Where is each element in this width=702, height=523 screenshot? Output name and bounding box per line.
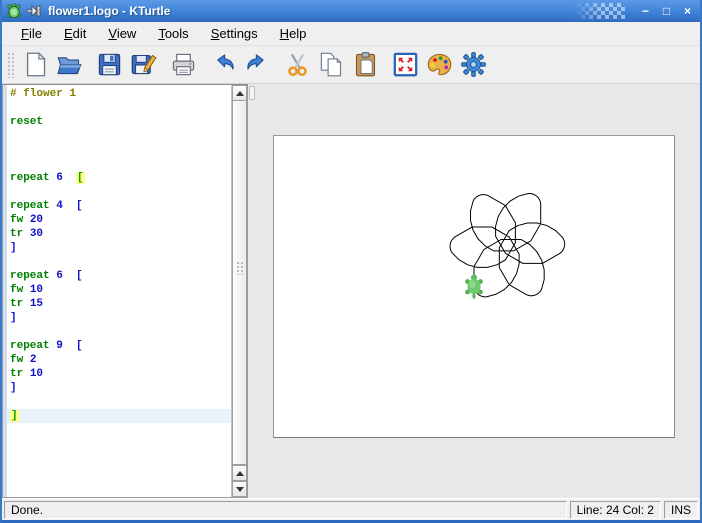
code-line[interactable]: repeat 9 [: [7, 339, 231, 353]
cut-icon: [284, 51, 311, 78]
gear-icon: [460, 51, 487, 78]
splitter-grip[interactable]: [249, 86, 255, 100]
paste-button[interactable]: [348, 48, 382, 82]
code-line[interactable]: [7, 101, 231, 115]
code-line[interactable]: repeat 6 [: [7, 269, 231, 283]
minimize-button[interactable]: −: [637, 3, 654, 19]
up-arrow-icon: [236, 91, 244, 96]
scroll-down-button[interactable]: [232, 481, 247, 497]
menu-edit[interactable]: Edit: [53, 23, 97, 44]
code-line[interactable]: repeat 6 [: [7, 171, 231, 185]
code-line[interactable]: [7, 255, 231, 269]
pin-icon[interactable]: [26, 3, 42, 19]
window-title: flower1.logo - KTurtle: [48, 4, 170, 18]
new-file-button[interactable]: [18, 48, 52, 82]
redo-icon: [244, 51, 271, 78]
turtle-canvas: [273, 135, 675, 438]
code-line[interactable]: [7, 143, 231, 157]
code-line[interactable]: ]: [7, 241, 231, 255]
up-arrow-icon: [236, 471, 244, 476]
kturtle-window: flower1.logo - KTurtle − □ × FileEditVie…: [0, 0, 702, 523]
toolbar: [2, 46, 700, 84]
code-line[interactable]: tr 30: [7, 227, 231, 241]
full-screen-icon: [392, 51, 419, 78]
paste-icon: [352, 51, 379, 78]
open-folder-icon: [56, 51, 83, 78]
status-message: Done.: [4, 501, 567, 519]
close-button[interactable]: ×: [679, 3, 696, 19]
editor-scrollbar[interactable]: [231, 85, 247, 497]
code-line[interactable]: ]: [7, 381, 231, 395]
scrollbar-thumb[interactable]: [232, 101, 247, 465]
save-as-icon: [130, 51, 157, 78]
canvas-drawing: [274, 136, 674, 437]
menubar: FileEditViewToolsSettingsHelp: [2, 22, 700, 46]
titlebar-decoration: [573, 3, 625, 19]
code-line[interactable]: [7, 325, 231, 339]
code-line[interactable]: # flower 1: [7, 87, 231, 101]
code-line[interactable]: repeat 4 [: [7, 199, 231, 213]
save-as-button[interactable]: [126, 48, 160, 82]
cut-button[interactable]: [280, 48, 314, 82]
menu-tools[interactable]: Tools: [147, 23, 199, 44]
statusbar: Done. Line: 24 Col: 2 INS: [2, 498, 700, 520]
code-line[interactable]: [7, 129, 231, 143]
undo-icon: [210, 51, 237, 78]
redo-button[interactable]: [240, 48, 274, 82]
menu-file[interactable]: File: [10, 23, 53, 44]
execute-button[interactable]: [456, 48, 490, 82]
menu-settings[interactable]: Settings: [200, 23, 269, 44]
menu-help[interactable]: Help: [269, 23, 318, 44]
full-screen-button[interactable]: [388, 48, 422, 82]
save-icon: [96, 51, 123, 78]
scroll-up-button[interactable]: [232, 85, 247, 101]
save-button[interactable]: [92, 48, 126, 82]
code-line[interactable]: fw 2: [7, 353, 231, 367]
code-editor[interactable]: # flower 1 reset repeat 6 [ repeat 4 [fw…: [2, 84, 248, 498]
code-line[interactable]: [7, 157, 231, 171]
menu-view[interactable]: View: [97, 23, 147, 44]
code-line[interactable]: ]: [7, 311, 231, 325]
titlebar[interactable]: flower1.logo - KTurtle − □ ×: [2, 0, 700, 22]
code-line[interactable]: [7, 395, 231, 409]
open-file-button[interactable]: [52, 48, 86, 82]
splitter[interactable]: [248, 84, 256, 498]
print-icon: [170, 51, 197, 78]
color-palette-icon: [426, 51, 453, 78]
thumb-grip-icon: [236, 261, 243, 275]
canvas-panel: [256, 84, 700, 498]
code-area[interactable]: # flower 1 reset repeat 6 [ repeat 4 [fw…: [7, 85, 231, 497]
code-line[interactable]: [7, 185, 231, 199]
code-line[interactable]: fw 20: [7, 213, 231, 227]
main-area: # flower 1 reset repeat 6 [ repeat 4 [fw…: [2, 84, 700, 498]
down-arrow-icon: [236, 487, 244, 492]
kturtle-app-icon: [6, 3, 22, 19]
scroll-up-button-2[interactable]: [232, 465, 247, 481]
code-line[interactable]: ]: [7, 409, 231, 423]
undo-button[interactable]: [206, 48, 240, 82]
code-line[interactable]: tr 10: [7, 367, 231, 381]
code-line[interactable]: fw 10: [7, 283, 231, 297]
code-line[interactable]: tr 15: [7, 297, 231, 311]
status-line-col: Line: 24 Col: 2: [570, 501, 661, 519]
print-button[interactable]: [166, 48, 200, 82]
color-picker-button[interactable]: [422, 48, 456, 82]
copy-button[interactable]: [314, 48, 348, 82]
toolbar-handle[interactable]: [7, 52, 15, 78]
new-file-icon: [22, 51, 49, 78]
code-line[interactable]: reset: [7, 115, 231, 129]
copy-icon: [318, 51, 345, 78]
maximize-button[interactable]: □: [658, 3, 675, 19]
status-insert-mode: INS: [664, 501, 698, 519]
